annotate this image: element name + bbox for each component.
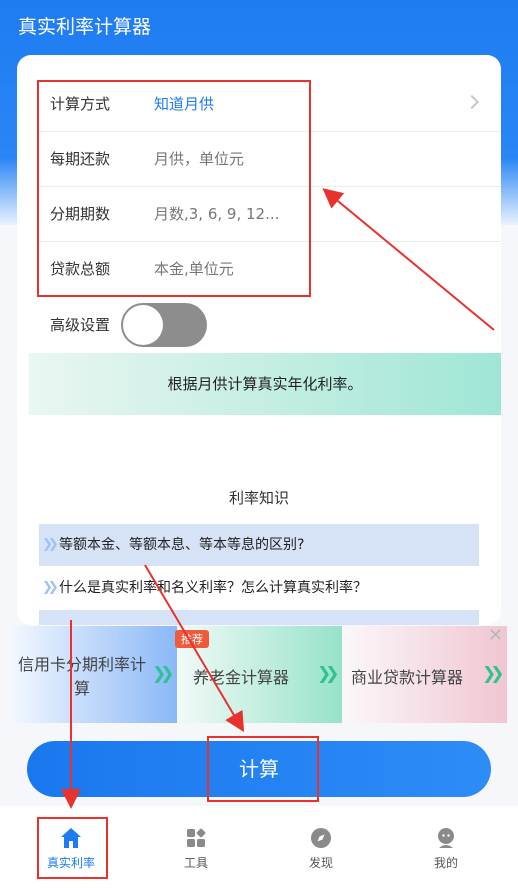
chevron-right-icon [464, 94, 480, 110]
tool-label: 养老金计算器 [193, 668, 290, 687]
tab-label: 工具 [183, 856, 208, 870]
principal-label: 贷款总额 [50, 260, 111, 278]
close-icon[interactable]: ✕ [488, 625, 503, 646]
knowledge-item-text: 什么是真实利率和名义利率？怎么计算真实利率？ [59, 580, 367, 596]
grid-icon [187, 828, 206, 847]
calculator-card: 计算方式 知道月供 每期还款 月供，单位元 分期期数 月数,3, 6, 9, 1… [17, 55, 501, 625]
home-icon [61, 828, 81, 848]
toggle-knob [123, 305, 163, 345]
info-banner: 根据月供计算真实年化利率。 [29, 353, 501, 415]
advanced-settings-toggle[interactable] [121, 303, 207, 347]
principal-input[interactable]: 本金,单位元 [154, 242, 234, 297]
payment-input[interactable]: 月供，单位元 [154, 132, 244, 187]
tool-card-credit[interactable]: 信用卡分期利率计算 ❯❯ [12, 626, 177, 723]
user-icon [438, 828, 454, 848]
tool-label: 商业贷款计算器 [351, 668, 464, 687]
periods-input[interactable]: 月数,3, 6, 9, 12... [154, 187, 279, 242]
tool-label: 信用卡分期利率计算 [17, 655, 146, 698]
periods-label: 分期期数 [50, 205, 111, 223]
calculate-button[interactable]: 计算 [27, 741, 491, 797]
tab-label: 真实利率 [46, 856, 95, 870]
tool-card-loan[interactable]: 商业贷款计算器 ❯❯ [342, 626, 507, 723]
method-value[interactable]: 知道月供 [154, 77, 214, 132]
payment-label: 每期还款 [50, 150, 111, 168]
knowledge-item[interactable]: ❯❯ 等额本金、等额本息、等本等息的区别? [39, 524, 479, 566]
advanced-settings-label: 高级设置 [50, 316, 111, 334]
banner-text: 根据月供计算真实年化利率。 [167, 375, 363, 393]
principal-row[interactable]: 贷款总额 本金,单位元 [17, 242, 501, 297]
double-chevron-icon: ❯❯ [482, 664, 504, 684]
recommend-badge: 推荐 [175, 630, 209, 648]
method-row[interactable]: 计算方式 知道月供 [17, 77, 501, 132]
tab-label: 我的 [433, 856, 458, 870]
tab-label: 发现 [308, 856, 333, 870]
bottom-tab-bar: 真实利率 工具 发现 我的 [0, 806, 518, 890]
tab-real-rate[interactable]: 真实利率 [31, 806, 111, 890]
method-label: 计算方式 [50, 95, 111, 113]
payment-row[interactable]: 每期还款 月供，单位元 [17, 132, 501, 187]
compass-icon [311, 828, 331, 848]
knowledge-item[interactable]: ❯❯ 什么是真实利率和名义利率？怎么计算真实利率？ [39, 567, 479, 609]
double-chevron-icon: ❯❯ [42, 580, 59, 595]
tab-mine[interactable]: 我的 [406, 806, 486, 890]
double-chevron-icon: ❯❯ [317, 664, 339, 684]
knowledge-item-text: 等额本金、等额本息、等本等息的区别? [59, 537, 305, 553]
tab-tools[interactable]: 工具 [156, 806, 236, 890]
tools-strip: 信用卡分期利率计算 ❯❯ 养老金计算器 ❯❯ 商业贷款计算器 ❯❯ [12, 626, 507, 723]
knowledge-title: 利率知识 [228, 489, 289, 507]
calculate-button-label: 计算 [239, 757, 279, 781]
double-chevron-icon: ❯❯ [152, 664, 174, 684]
periods-row[interactable]: 分期期数 月数,3, 6, 9, 12... [17, 187, 501, 242]
double-chevron-icon: ❯❯ [42, 537, 59, 552]
tab-discover[interactable]: 发现 [281, 806, 361, 890]
knowledge-item-peek [39, 610, 479, 625]
app-title: 真实利率计算器 [18, 16, 152, 38]
